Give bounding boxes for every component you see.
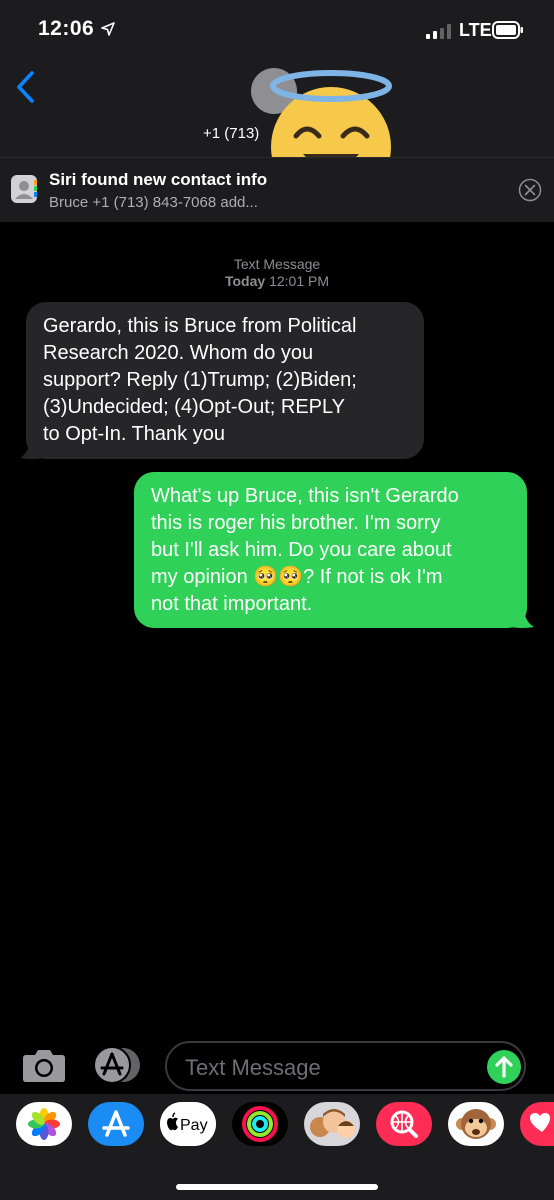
back-chevron-icon[interactable] (14, 70, 38, 104)
apple-pay-label: Pay (180, 1117, 208, 1134)
status-time: 12:06 (38, 17, 95, 40)
message-input-field[interactable] (165, 1041, 526, 1091)
incoming-message-bubble[interactable]: Gerardo, this is Bruce from Political Re… (26, 302, 424, 459)
send-button[interactable] (487, 1050, 521, 1084)
siri-banner-subtitle: Bruce +1 (713) 843-7068 add... (49, 194, 258, 211)
photos-app-button[interactable] (16, 1102, 72, 1146)
apple-pay-app-button[interactable]: Pay (160, 1102, 216, 1146)
timestamp-day: Today (224, 273, 266, 289)
incoming-bubble-tail (20, 438, 44, 459)
monkey-animoji-icon (448, 1102, 504, 1146)
images-search-icon (376, 1102, 432, 1146)
close-circle-icon[interactable] (518, 178, 542, 202)
battery-icon (492, 21, 523, 39)
contact-number[interactable]: +1 (713) (203, 125, 259, 142)
home-indicator[interactable] (176, 1184, 378, 1190)
apple-pay-icon: Pay (160, 1102, 216, 1146)
images-app-button[interactable] (376, 1102, 432, 1146)
message-text: Gerardo, this is Bruce from Political Re… (43, 315, 357, 445)
location-arrow-icon (101, 22, 115, 36)
activity-app-button[interactable] (232, 1102, 288, 1146)
app-store-icon[interactable] (93, 1046, 141, 1084)
timestamp-time: 12:01 PM (269, 273, 330, 289)
memoji-icon (304, 1102, 360, 1146)
message-input[interactable] (183, 1052, 477, 1084)
conversation-header: 12:06 LTE +1 (713) (0, 0, 554, 207)
siri-contact-suggestion-banner[interactable]: Siri found new contact info Bruce +1 (71… (0, 157, 554, 222)
camera-icon[interactable] (22, 1047, 66, 1083)
app-store-app-button[interactable] (88, 1102, 144, 1146)
arrow-up-icon (495, 1056, 513, 1078)
photos-icon (16, 1102, 72, 1146)
service-label: Text Message (233, 256, 321, 272)
status-bar: 12:06 LTE (0, 0, 554, 60)
animoji-app-button[interactable] (448, 1102, 504, 1146)
activity-rings-icon (232, 1102, 288, 1146)
siri-banner-title: Siri found new contact info (49, 170, 268, 189)
cellular-signal-icon (426, 24, 451, 39)
app-store-icon (88, 1102, 144, 1146)
outgoing-bubble-tail (510, 607, 534, 628)
memoji-stickers-app-button[interactable] (304, 1102, 360, 1146)
message-text: What's up Bruce, this isn't Gerardo this… (151, 485, 459, 615)
outgoing-message-bubble[interactable]: What's up Bruce, this isn't Gerardo this… (134, 472, 527, 628)
digital-touch-icon (520, 1102, 554, 1146)
contacts-app-icon (11, 175, 37, 203)
network-type: LTE (459, 20, 492, 40)
message-timestamp: Text Message Today 12:01 PM (0, 256, 554, 290)
digital-touch-app-button[interactable] (520, 1102, 554, 1146)
